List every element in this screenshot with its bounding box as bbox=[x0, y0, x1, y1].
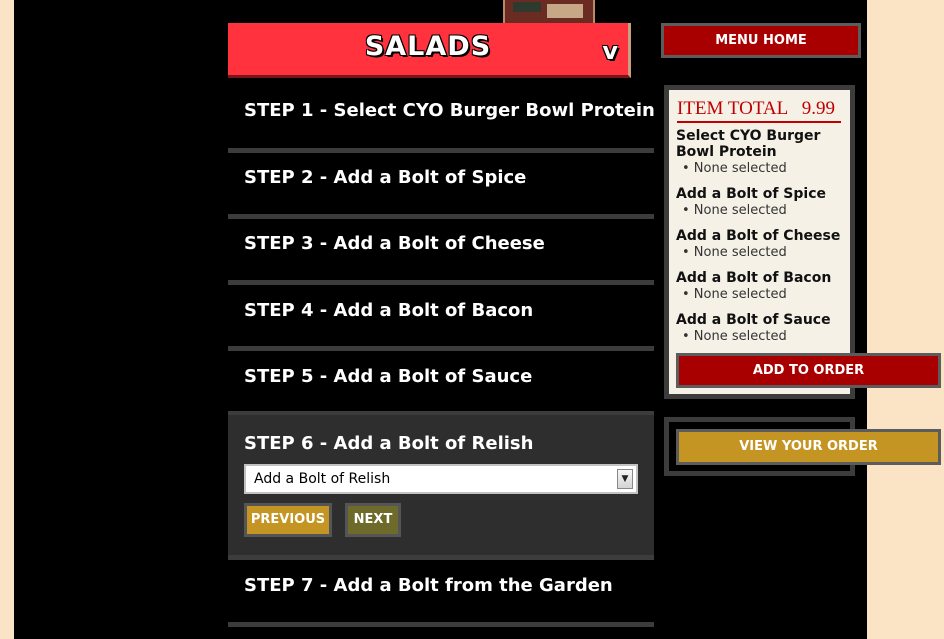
summary-entry: Add a Bolt of Sauce • None selected bbox=[676, 312, 846, 345]
summary-selection: • None selected bbox=[682, 287, 787, 302]
menu-home-button[interactable]: MENU HOME bbox=[661, 23, 861, 58]
summary-entry: Add a Bolt of Bacon • None selected bbox=[676, 270, 846, 303]
view-your-order-button[interactable]: VIEW YOUR ORDER bbox=[676, 429, 941, 465]
step-label[interactable]: STEP 2 - Add a Bolt of Spice bbox=[244, 167, 526, 188]
summary-entry: Select CYO Burger Bowl Protein • None se… bbox=[676, 128, 846, 177]
section-header-salads[interactable]: SALADS v bbox=[228, 23, 631, 78]
summary-title: Add a Bolt of Sauce bbox=[676, 312, 831, 328]
step-2[interactable]: STEP 2 - Add a Bolt of Spice bbox=[228, 153, 654, 219]
previous-button[interactable]: PREVIOUS bbox=[244, 503, 332, 537]
step-1[interactable]: STEP 1 - Select CYO Burger Bowl Protein bbox=[228, 79, 655, 153]
step-6-active: STEP 6 - Add a Bolt of Relish Add a Bolt… bbox=[228, 411, 654, 560]
step-5[interactable]: STEP 5 - Add a Bolt of Sauce bbox=[228, 351, 654, 413]
next-button[interactable]: NEXT bbox=[345, 503, 401, 537]
dropdown-arrow-icon[interactable]: ▼ bbox=[617, 469, 633, 489]
item-total-label: ITEM TOTAL bbox=[677, 98, 788, 119]
summary-entry: Add a Bolt of Cheese • None selected bbox=[676, 228, 846, 261]
chevron-down-icon[interactable]: v bbox=[602, 37, 618, 65]
menu-item-image bbox=[503, 0, 595, 24]
step-label[interactable]: STEP 3 - Add a Bolt of Cheese bbox=[244, 233, 545, 254]
order-summary-panel: ITEM TOTAL 9.99 Select CYO Burger Bowl P… bbox=[664, 85, 855, 399]
summary-entry: Add a Bolt of Spice • None selected bbox=[676, 186, 846, 219]
add-to-order-button[interactable]: ADD TO ORDER bbox=[676, 353, 941, 388]
relish-select[interactable]: Add a Bolt of Relish ▼ bbox=[244, 464, 638, 494]
summary-title: Add a Bolt of Bacon bbox=[676, 270, 832, 286]
summary-selection: • None selected bbox=[682, 161, 787, 176]
summary-selection: • None selected bbox=[682, 203, 787, 218]
summary-selection: • None selected bbox=[682, 245, 787, 260]
summary-selection: • None selected bbox=[682, 329, 787, 344]
step-label[interactable]: STEP 6 - Add a Bolt of Relish bbox=[244, 433, 533, 454]
step-4[interactable]: STEP 4 - Add a Bolt of Bacon bbox=[228, 285, 654, 351]
divider bbox=[677, 121, 841, 123]
relish-select-value: Add a Bolt of Relish bbox=[254, 471, 391, 487]
summary-title: Add a Bolt of Cheese bbox=[676, 228, 841, 244]
summary-title: Select CYO Burger Bowl Protein bbox=[676, 128, 821, 160]
summary-title: Add a Bolt of Spice bbox=[676, 186, 827, 202]
item-total-value: 9.99 bbox=[801, 98, 836, 119]
step-7[interactable]: STEP 7 - Add a Bolt from the Garden bbox=[228, 560, 654, 627]
item-total: ITEM TOTAL 9.99 bbox=[677, 98, 835, 120]
step-label[interactable]: STEP 4 - Add a Bolt of Bacon bbox=[244, 300, 533, 321]
step-label[interactable]: STEP 7 - Add a Bolt from the Garden bbox=[244, 575, 613, 596]
section-title: SALADS bbox=[364, 31, 492, 62]
step-3[interactable]: STEP 3 - Add a Bolt of Cheese bbox=[228, 219, 654, 285]
step-label[interactable]: STEP 1 - Select CYO Burger Bowl Protein bbox=[244, 100, 655, 121]
step-label[interactable]: STEP 5 - Add a Bolt of Sauce bbox=[244, 366, 532, 387]
